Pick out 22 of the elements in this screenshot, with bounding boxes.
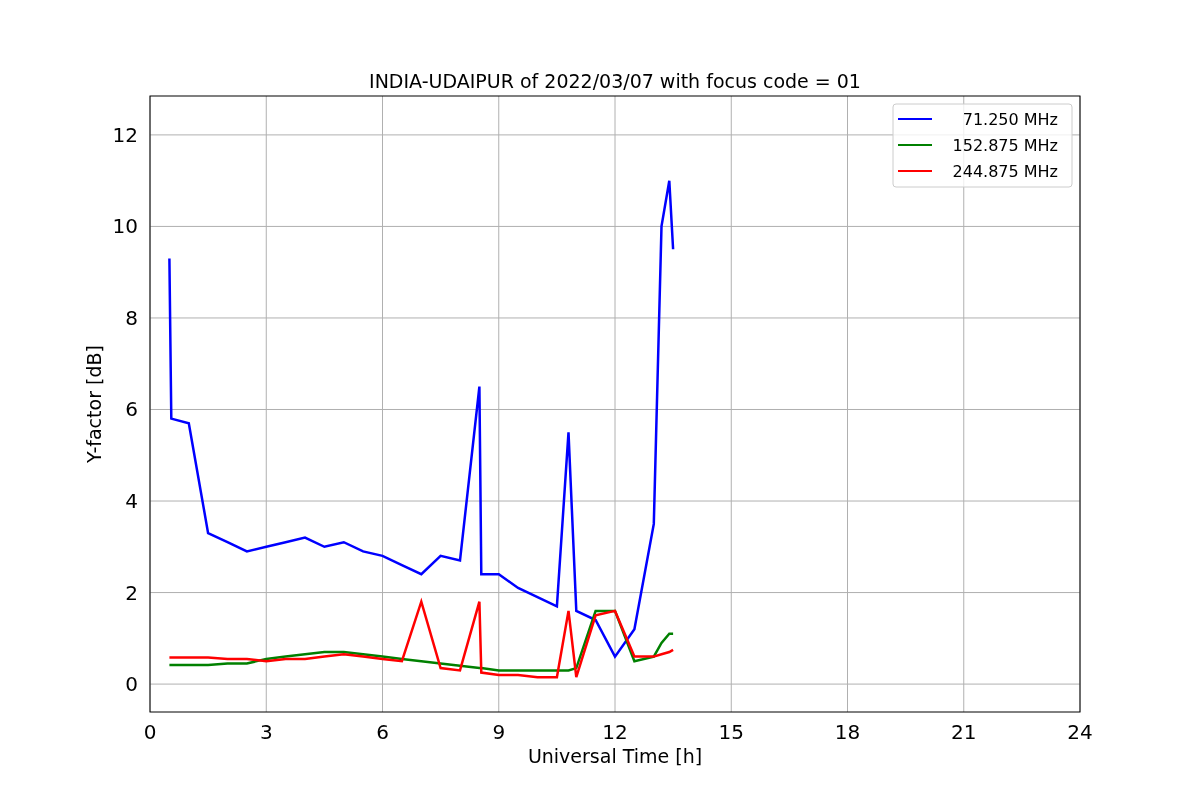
legend-label: 152.875 MHz: [952, 136, 1058, 155]
x-tick-label: 6: [376, 720, 389, 744]
x-axis-label: Universal Time [h]: [527, 745, 703, 767]
legend-label: 244.875 MHz: [952, 162, 1058, 181]
x-tick-label: 12: [602, 720, 628, 744]
x-tick-label: 24: [1067, 720, 1093, 744]
x-tick-label: 18: [834, 720, 861, 744]
y-tick-label: 2: [125, 580, 138, 605]
y-tick-label: 8: [125, 305, 138, 330]
legend-label: 71.250 MHz: [962, 110, 1058, 129]
x-tick-label: 21: [951, 720, 977, 744]
y-tick-label: 10: [112, 214, 138, 239]
y-axis-label: Y-factor [dB]: [83, 345, 105, 463]
x-tick-label: 15: [718, 720, 744, 744]
y-tick-label: 0: [125, 672, 138, 697]
x-tick-label: 3: [259, 720, 273, 744]
y-tick-label: 6: [125, 397, 138, 422]
y-tick-label: 12: [112, 122, 138, 147]
x-tick-label: 9: [492, 720, 506, 744]
x-tick-label: 0: [143, 720, 157, 744]
chart-title: INDIA-UDAIPUR of 2022/03/07 with focus code = 01: [369, 70, 861, 92]
y-tick-label: 4: [125, 489, 138, 513]
